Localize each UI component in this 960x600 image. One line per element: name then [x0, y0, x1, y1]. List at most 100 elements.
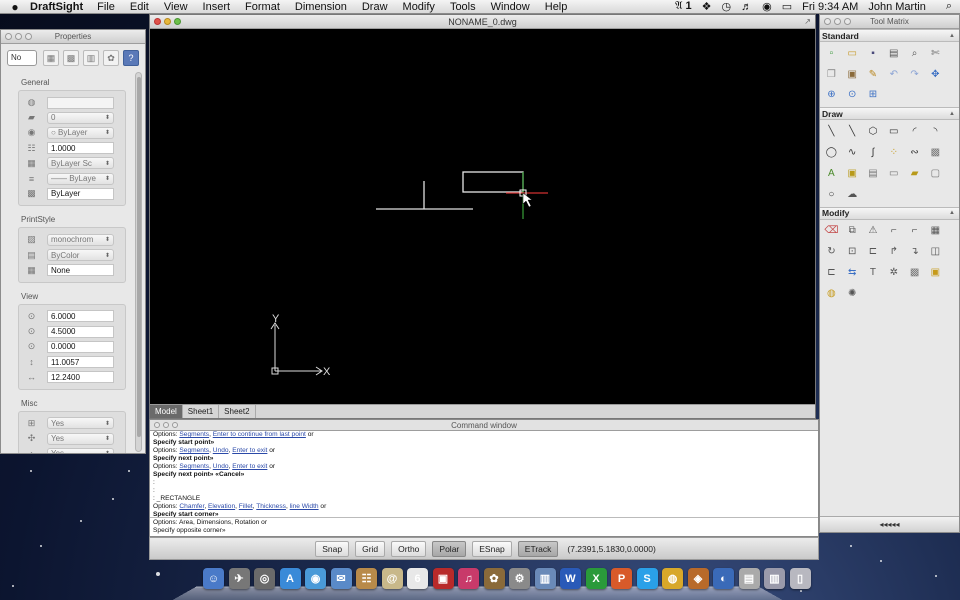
tab-sheet1[interactable]: Sheet1 [183, 405, 220, 418]
property-dropdown[interactable]: monochrom ⬍ [47, 233, 114, 246]
etrack-toggle[interactable]: ETrack [517, 540, 559, 557]
property-field[interactable]: None [47, 264, 114, 277]
close-icon[interactable] [154, 422, 160, 428]
property-dropdown[interactable]: ByColor ⬍ [47, 249, 114, 262]
quicktime-icon[interactable]: ◐ [713, 568, 734, 589]
zoom-icon[interactable] [25, 33, 32, 40]
launchpad-icon[interactable]: ✈ [228, 568, 250, 589]
mail-icon[interactable]: ✉ [330, 568, 352, 589]
tool-button[interactable]: ⌐ [883, 221, 904, 242]
command-option-link[interactable]: Area [179, 519, 193, 526]
tool-button[interactable]: ⚠ [863, 221, 884, 242]
menu-window[interactable]: Window [491, 1, 530, 13]
minimize-icon[interactable] [163, 422, 169, 428]
menu-view[interactable]: View [164, 1, 188, 13]
scroll-thumb[interactable] [137, 77, 141, 437]
volume-icon[interactable]: ♬ [741, 1, 752, 13]
tool-button[interactable]: ⊏ [863, 241, 884, 262]
tool-button[interactable]: A [821, 163, 842, 184]
property-dropdown[interactable]: —— ByLaye ⬍ [47, 172, 114, 185]
tool-button[interactable]: ◍ [821, 283, 842, 304]
wifi-icon[interactable]: ◉ [762, 0, 772, 13]
menu-format[interactable]: Format [245, 1, 280, 13]
tool-button[interactable]: ↱ [883, 241, 904, 262]
select-objects-icon[interactable]: ▦ [43, 50, 59, 66]
tool-button[interactable]: ▢ [925, 163, 946, 184]
tool-button[interactable]: ↴ [904, 241, 925, 262]
tool-button[interactable]: ▣ [925, 262, 946, 283]
tool-button[interactable]: T [863, 262, 884, 283]
tool-button[interactable]: ✎ [863, 64, 884, 85]
property-field[interactable]: 6.0000 [47, 310, 114, 323]
filter-icon[interactable]: ✿ [103, 50, 119, 66]
collapse-triangle-icon[interactable]: ▲ [949, 210, 955, 216]
contacts-icon[interactable]: ☷ [356, 568, 377, 589]
tool-button[interactable]: ∫ [863, 142, 884, 163]
command-option-link[interactable]: Enter to exit [232, 447, 267, 454]
command-option-link[interactable]: Segments [179, 447, 209, 454]
zoom-icon[interactable] [844, 18, 851, 25]
property-field[interactable]: 1.0000 [47, 142, 114, 155]
tool-button[interactable]: ◫ [925, 241, 946, 262]
tool-button[interactable]: ⊡ [842, 241, 863, 262]
menu-insert[interactable]: Insert [203, 1, 231, 13]
zoom-icon[interactable] [172, 422, 178, 428]
tool-button[interactable]: ✺ [842, 283, 863, 304]
apple-menu-icon[interactable]: ● [0, 0, 30, 14]
tool-button[interactable]: ▤ [883, 43, 904, 64]
close-icon[interactable] [154, 18, 161, 25]
tool-button[interactable]: ∿ [842, 142, 863, 163]
command-option-link[interactable]: Chamfer [179, 503, 204, 510]
tool-button[interactable]: ⁘ [883, 142, 904, 163]
finder-icon[interactable]: ☺ [203, 568, 224, 589]
tool-button[interactable]: ⬡ [863, 121, 884, 142]
tool-button[interactable]: ▭ [883, 163, 904, 184]
powerpoint-icon[interactable]: P [611, 568, 632, 589]
quick-select-icon[interactable]: ▩ [63, 50, 79, 66]
minimize-icon[interactable] [164, 18, 171, 25]
dropbox-icon[interactable]: ❖ [702, 0, 712, 13]
tool-button[interactable]: ▦ [925, 221, 946, 242]
tool-button[interactable]: ✄ [925, 43, 946, 64]
tool-button[interactable]: ▩ [925, 142, 946, 163]
tool-button[interactable]: ▩ [904, 262, 925, 283]
help-icon[interactable]: ? [123, 50, 139, 66]
properties-titlebar[interactable]: Properties [1, 30, 145, 44]
itunes-icon[interactable]: ♫ [458, 568, 479, 589]
command-titlebar[interactable]: Command window [150, 420, 818, 431]
tool-button[interactable]: ▰ [904, 163, 925, 184]
command-input[interactable]: Options: Area, Dimensions, Rotation or Sp… [150, 517, 818, 536]
tool-button[interactable]: ❐ [821, 64, 842, 85]
command-option-link[interactable]: Rotation [235, 519, 260, 526]
drawing-titlebar[interactable]: NONAME_0.dwg ↗ [150, 15, 815, 29]
toolmatrix-section-header[interactable]: Draw ▲ [820, 107, 959, 121]
spotlight-icon[interactable]: ⌕ [946, 0, 952, 13]
tool-button[interactable]: ▭ [842, 43, 863, 64]
esnap-toggle[interactable]: ESnap [472, 540, 512, 557]
tool-button[interactable]: ⇆ [842, 262, 863, 283]
iphoto-icon[interactable]: ✿ [483, 568, 505, 589]
dashboard-icon[interactable]: ◎ [254, 568, 275, 589]
property-dropdown[interactable]: Yes ⬍ [47, 432, 114, 445]
chrome-icon[interactable]: ◍ [662, 568, 683, 589]
tool-button[interactable]: ✲ [883, 262, 904, 283]
property-dropdown[interactable]: ○ ByLayer ⬍ [47, 126, 114, 139]
command-option-link[interactable]: Undo [213, 463, 229, 470]
toolmatrix-collapse-button[interactable]: ◂◂◂◂◂ [820, 516, 959, 532]
command-option-link[interactable]: Fillet [239, 503, 253, 510]
tool-button[interactable]: ↶ [883, 64, 904, 85]
tool-button[interactable]: ⌫ [821, 221, 842, 242]
tool-button[interactable]: ⌐ [904, 221, 925, 242]
tool-button[interactable]: ○ [821, 184, 842, 205]
property-field[interactable]: 11.0057 [47, 356, 114, 369]
minimize-icon[interactable] [834, 18, 841, 25]
tool-button[interactable]: ◯ [821, 142, 842, 163]
collapse-triangle-icon[interactable]: ▲ [949, 33, 955, 39]
zoom-icon[interactable] [174, 18, 181, 25]
tool-button[interactable]: ⌕ [904, 43, 925, 64]
minimize-icon[interactable] [15, 33, 22, 40]
trash-icon[interactable]: ▯ [789, 568, 811, 589]
property-field[interactable]: 4.5000 [47, 325, 114, 338]
tool-button[interactable]: ✥ [925, 64, 946, 85]
tool-button[interactable]: ☁ [842, 184, 863, 205]
